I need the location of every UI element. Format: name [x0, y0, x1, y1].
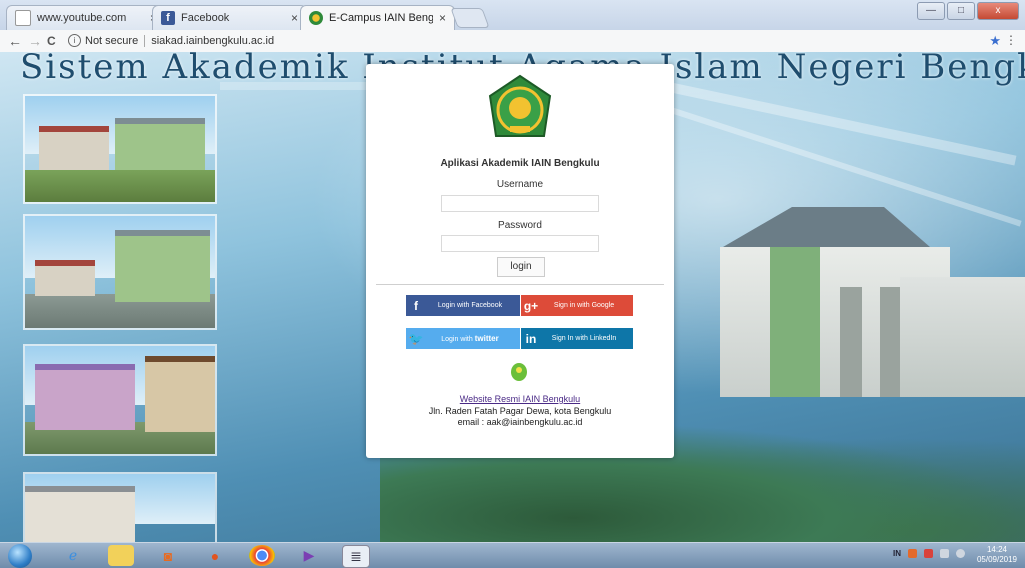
app-title: Aplikasi Akademik IAIN Bengkulu	[440, 158, 600, 169]
tab-label: www.youtube.com	[37, 12, 127, 24]
clock-date: 05/09/2019	[976, 555, 1017, 564]
windows-taskbar: ℯ ◙ ● ▶ ≣ IN 14:24 05/09/2019	[0, 542, 1025, 568]
taskbar-clock[interactable]: 14:24 05/09/2019	[977, 545, 1017, 565]
close-button[interactable]: x	[977, 2, 1019, 20]
campus-photo	[23, 472, 217, 542]
twitter-prefix: Login with	[441, 336, 473, 343]
linkedin-login-button[interactable]: in Sign In with LinkedIn	[521, 328, 633, 349]
volume-icon[interactable]	[956, 549, 965, 558]
start-button[interactable]	[8, 544, 32, 568]
document-icon[interactable]: ≣	[342, 545, 370, 568]
iain-logo-icon	[309, 11, 323, 25]
tray-app-icon[interactable]	[908, 549, 917, 558]
reload-icon[interactable]: C	[47, 33, 56, 49]
facebook-icon: f	[161, 11, 175, 25]
contact-email: email : aak@iainbengkulu.ac.id	[457, 417, 583, 427]
twitter-bird-icon: 🐦	[408, 331, 424, 346]
menu-icon[interactable]: ⋮	[1005, 33, 1017, 47]
tab-youtube[interactable]: www.youtube.com ×	[6, 5, 166, 30]
chrome-icon[interactable]	[249, 545, 275, 566]
username-label: Username	[496, 179, 544, 190]
file-explorer-icon[interactable]	[108, 545, 134, 566]
iain-logo	[488, 74, 552, 137]
google-login-button[interactable]: g+ Sign in with Google	[521, 295, 633, 316]
password-label: Password	[498, 220, 542, 231]
page-background: Sistem Akademik Institut Agama Islam Neg…	[0, 52, 1025, 542]
button-label: Login with Facebook	[437, 302, 503, 309]
official-website-link[interactable]: Website Resmi IAIN Bengkulu	[366, 394, 674, 404]
tab-close-icon[interactable]: ×	[439, 11, 446, 25]
tray-battery-icon[interactable]	[940, 549, 949, 558]
login-card: Aplikasi Akademik IAIN Bengkulu Username…	[366, 64, 674, 458]
clock-time: 14:24	[986, 545, 1007, 554]
divider	[376, 284, 664, 285]
security-label: Not secure	[85, 34, 139, 47]
campus-photo	[23, 214, 217, 330]
tray-network-icon[interactable]	[924, 549, 933, 558]
forward-icon[interactable]: →	[28, 33, 42, 49]
tab-label: Facebook	[181, 12, 230, 24]
url-field[interactable]: i Not secure siakad.iainbengkulu.ac.id	[68, 32, 993, 49]
google-plus-icon: g+	[523, 298, 539, 313]
tab-facebook[interactable]: f Facebook ×	[152, 5, 307, 30]
button-label: Login with twitter	[426, 334, 520, 343]
media-player-icon[interactable]: ◙	[155, 545, 181, 566]
new-tab-button[interactable]	[450, 8, 490, 28]
system-tray: IN	[893, 549, 965, 558]
bookmark-star-icon[interactable]: ★	[989, 33, 1001, 49]
tab-close-icon[interactable]: ×	[291, 11, 298, 25]
address-bar: ← → C i Not secure siakad.iainbengkulu.a…	[0, 30, 1025, 53]
linkedin-icon: in	[525, 331, 537, 346]
internet-explorer-icon[interactable]: ℯ	[60, 545, 86, 566]
campus-photo	[23, 94, 217, 204]
small-logo-icon	[511, 363, 527, 381]
button-label: Sign In with LinkedIn	[551, 335, 617, 342]
window-controls: — □ x	[917, 2, 1019, 20]
divider	[144, 34, 146, 47]
info-icon[interactable]: i	[68, 34, 81, 47]
password-input[interactable]	[441, 235, 599, 252]
facebook-icon: f	[414, 298, 418, 313]
maximize-button[interactable]: □	[947, 2, 975, 20]
button-label: Sign in with Google	[553, 302, 615, 309]
page-icon	[15, 10, 31, 26]
firefox-icon[interactable]: ●	[202, 545, 228, 566]
login-button[interactable]: login	[497, 257, 545, 277]
twitter-brand: twitter	[474, 334, 499, 343]
minimize-button[interactable]: —	[917, 2, 945, 20]
tab-label: E-Campus IAIN Bengkulu	[329, 12, 433, 24]
tab-ecampus[interactable]: E-Campus IAIN Bengkulu ×	[300, 5, 455, 30]
media-play-icon[interactable]: ▶	[296, 545, 322, 566]
browser-tab-bar: www.youtube.com × f Facebook × E-Campus …	[0, 0, 1025, 31]
username-input[interactable]	[441, 195, 599, 212]
campus-building-image	[690, 207, 1025, 447]
campus-photo	[23, 344, 217, 456]
facebook-login-button[interactable]: f Login with Facebook	[406, 295, 520, 316]
language-indicator[interactable]: IN	[893, 549, 901, 558]
url-text: siakad.iainbengkulu.ac.id	[151, 34, 275, 47]
campus-address: Jln. Raden Fatah Pagar Dewa, kota Bengku…	[428, 406, 612, 416]
back-icon[interactable]: ←	[8, 33, 22, 49]
twitter-login-button[interactable]: 🐦 Login with twitter	[406, 328, 520, 349]
